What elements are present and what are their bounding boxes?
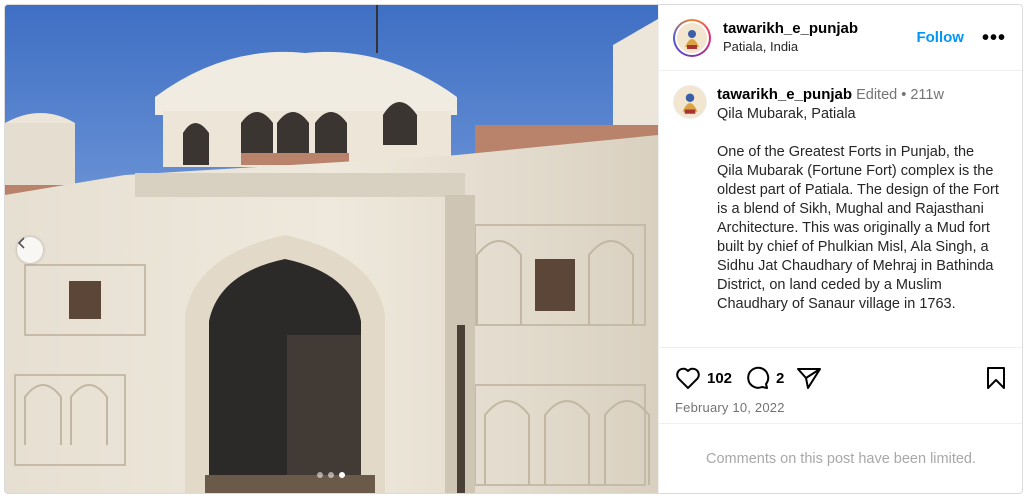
carousel-prev-button[interactable] (17, 237, 43, 263)
avatar-story-ring[interactable] (673, 18, 711, 57)
post-modal: tawarikh_e_punjab Patiala, India Follow … (4, 4, 1023, 494)
caption-title: Qila Mubarak, Patiala (717, 106, 856, 122)
avatar (677, 22, 707, 53)
carousel-dot (328, 472, 334, 478)
caption-block: tawarikh_e_punjab Edited • 211w Qila Mub… (659, 71, 1022, 347)
comments-limited-notice: Comments on this post have been limited. (659, 423, 1022, 493)
more-options-icon[interactable]: ••• (982, 28, 1006, 48)
comment-icon (747, 366, 770, 389)
carousel-dot (317, 472, 323, 478)
post-image[interactable] (5, 5, 658, 493)
meta-separator: • (901, 87, 907, 103)
post-side-panel: tawarikh_e_punjab Patiala, India Follow … (658, 5, 1022, 493)
caption-text: One of the Greatest Forts in Punjab, the… (717, 144, 999, 312)
post-author-username[interactable]: tawarikh_e_punjab (723, 20, 916, 38)
post-actions: 102 2 February 10, 2022 (659, 347, 1022, 423)
like-button[interactable] (675, 366, 701, 390)
share-button[interactable] (796, 366, 822, 390)
like-count[interactable]: 102 (707, 370, 732, 387)
follow-button[interactable]: Follow (916, 29, 964, 46)
caption-avatar[interactable] (673, 85, 707, 119)
post-age[interactable]: 211w (910, 87, 944, 103)
post-location[interactable]: Patiala, India (723, 38, 916, 55)
chevron-left-icon (17, 237, 25, 249)
share-icon (797, 368, 822, 389)
heart-icon (676, 367, 700, 389)
post-header: tawarikh_e_punjab Patiala, India Follow … (659, 5, 1022, 71)
fort-photo (5, 5, 658, 493)
comment-count[interactable]: 2 (776, 370, 784, 387)
bookmark-icon (987, 367, 1005, 389)
caption-username[interactable]: tawarikh_e_punjab (717, 86, 852, 103)
comment-button[interactable] (744, 366, 770, 390)
post-date[interactable]: February 10, 2022 (675, 400, 785, 415)
carousel-dot-active (339, 472, 345, 478)
edited-label: Edited (856, 87, 898, 103)
save-button[interactable] (985, 366, 1007, 395)
carousel-indicator (317, 472, 345, 478)
